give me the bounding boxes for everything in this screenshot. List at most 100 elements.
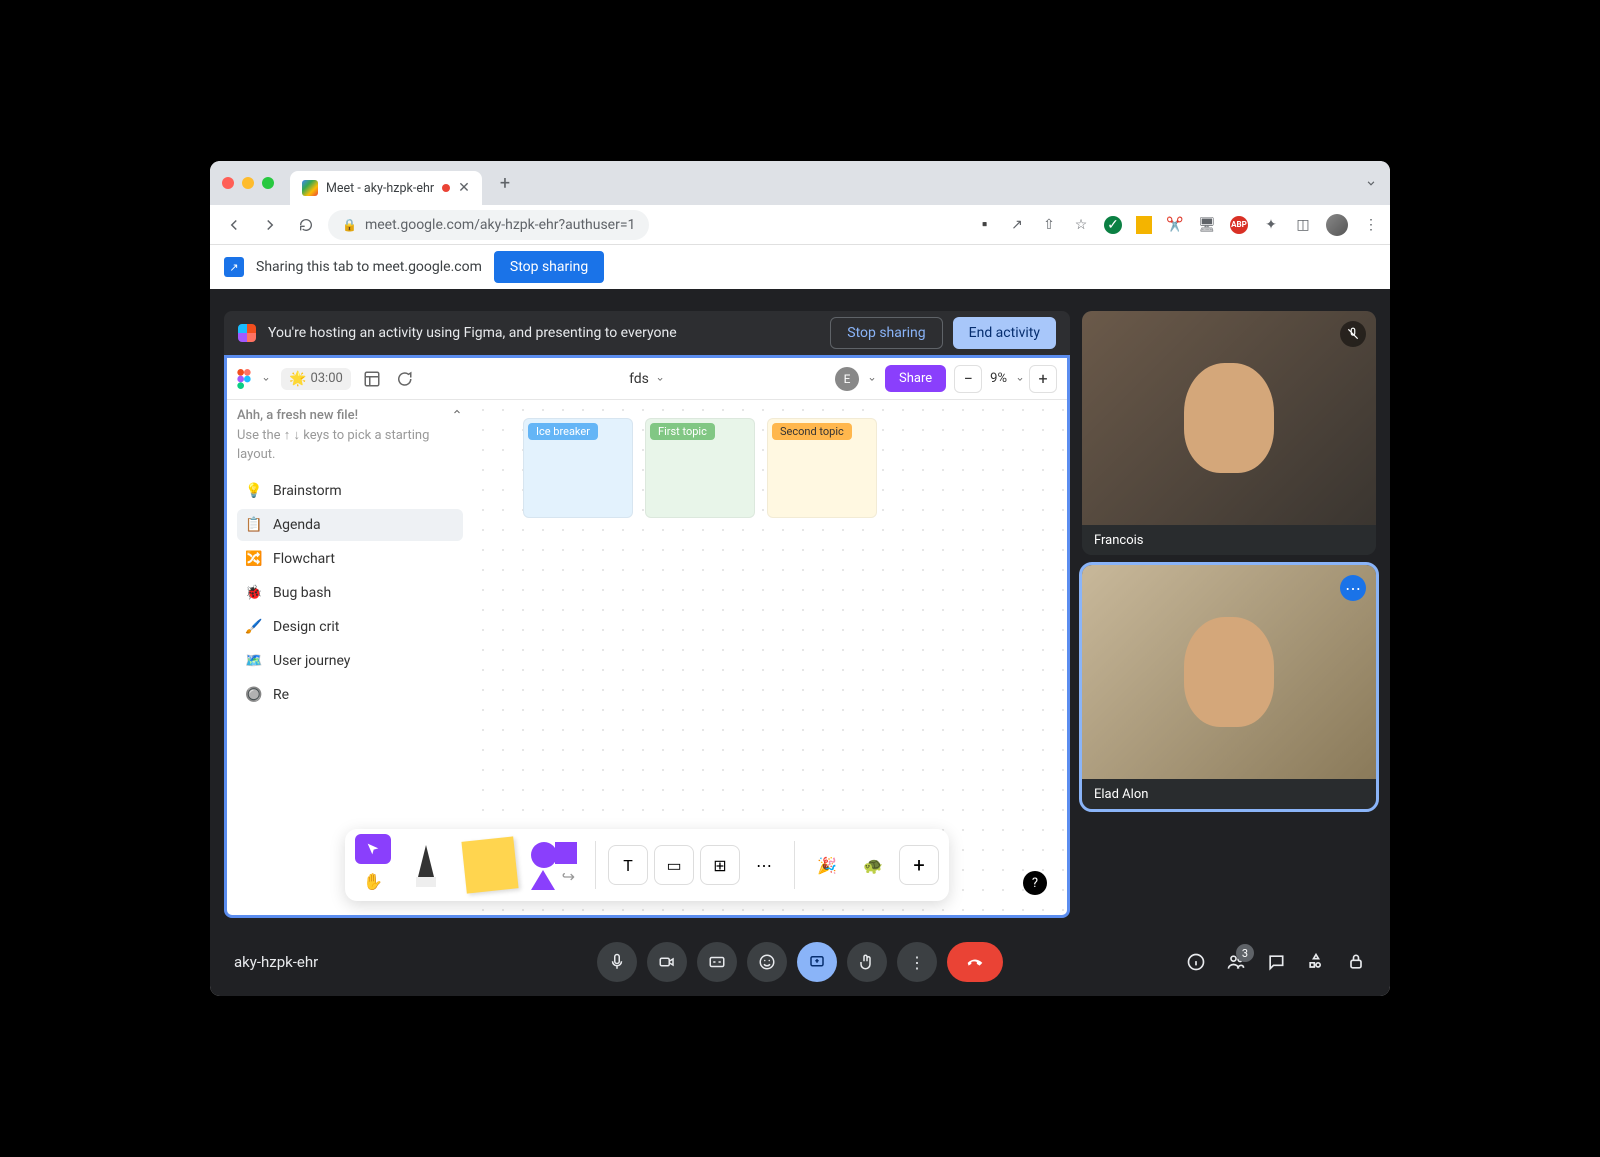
url-input[interactable]: 🔒 meet.google.com/aky-hzpk-ehr?authuser=… [328, 210, 649, 240]
address-bar: 🔒 meet.google.com/aky-hzpk-ehr?authuser=… [210, 205, 1390, 245]
user-avatar[interactable]: E [835, 367, 859, 391]
camera-button[interactable] [647, 942, 687, 982]
pencil-tool[interactable] [397, 836, 455, 894]
sidepanel-icon[interactable]: ◫ [1294, 216, 1312, 234]
add-tool-button[interactable]: + [899, 845, 939, 885]
present-button[interactable] [797, 942, 837, 982]
emoji-button[interactable] [747, 942, 787, 982]
activities-button[interactable] [1306, 952, 1326, 972]
layout-icon[interactable] [361, 368, 383, 390]
info-button[interactable] [1186, 952, 1206, 972]
topic-card-secondtopic[interactable]: Second topic [767, 418, 877, 518]
meet-favicon-icon [302, 180, 318, 196]
zoom-in-button[interactable]: + [1029, 365, 1057, 393]
profile-avatar-icon[interactable] [1326, 214, 1348, 236]
radio-icon: 🔘 [245, 686, 263, 704]
close-tab-button[interactable]: ✕ [458, 180, 470, 196]
chevron-down-icon[interactable] [261, 374, 271, 384]
help-button[interactable]: ? [1023, 871, 1047, 895]
template-userjourney[interactable]: 🗺️User journey [237, 645, 463, 677]
hand-tool[interactable]: ✋ [355, 866, 391, 896]
abp-icon[interactable]: ABP [1230, 216, 1248, 234]
scissors-icon[interactable]: ✂️ [1166, 216, 1184, 234]
more-tools-button[interactable]: ⋯ [746, 850, 782, 880]
more-options-button[interactable]: ⋯ [1340, 575, 1366, 601]
extension-1-icon[interactable]: ✓ [1104, 216, 1122, 234]
figjam-logo-icon[interactable] [237, 369, 251, 389]
timer-pill[interactable]: 🌟 03:00 [281, 368, 351, 390]
lightbulb-icon: 💡 [245, 482, 263, 500]
end-activity-button[interactable]: End activity [953, 317, 1056, 349]
captions-button[interactable] [697, 942, 737, 982]
hangup-button[interactable] [947, 942, 1003, 982]
display-icon[interactable]: 🖥 [1198, 216, 1216, 234]
template-designcrit[interactable]: 🖌️Design crit [237, 611, 463, 643]
sticky-note-tool[interactable] [461, 836, 519, 894]
raise-hand-button[interactable] [847, 942, 887, 982]
share-icon[interactable]: ⇧ [1040, 216, 1058, 234]
forward-button[interactable] [256, 211, 284, 239]
more-options-button[interactable]: ⋮ [897, 942, 937, 982]
minimize-window-button[interactable] [242, 177, 254, 189]
kebab-menu-button[interactable]: ⋮ [1362, 216, 1380, 234]
bookmark-icon[interactable]: ☆ [1072, 216, 1090, 234]
reload-button[interactable] [292, 211, 320, 239]
template-flowchart[interactable]: 🔀Flowchart [237, 543, 463, 575]
chevron-down-icon[interactable] [867, 374, 877, 384]
maximize-window-button[interactable] [262, 177, 274, 189]
open-external-icon[interactable]: ↗ [1008, 216, 1026, 234]
new-tab-button[interactable]: + [500, 173, 510, 194]
section-tool[interactable]: ▭ [654, 845, 694, 885]
participant-tile-elad[interactable]: ⋯ Elad Alon [1082, 565, 1376, 809]
participant-name: Francois [1082, 525, 1376, 555]
select-tool[interactable] [355, 834, 391, 864]
template-re[interactable]: 🔘Re [237, 679, 463, 711]
close-window-button[interactable] [222, 177, 234, 189]
chevron-down-icon [655, 374, 665, 384]
stamp-tool-2[interactable]: 🐢 [853, 836, 893, 894]
banner-stop-sharing-button[interactable]: Stop sharing [830, 317, 942, 349]
browser-tab[interactable]: Meet - aky-hzpk-ehr ✕ [290, 171, 482, 205]
url-text: meet.google.com/aky-hzpk-ehr?authuser=1 [365, 217, 635, 233]
recording-indicator-icon [442, 184, 450, 192]
participant-count-badge: 3 [1236, 944, 1254, 962]
sidebar-heading: Ahh, a fresh new file! [237, 408, 358, 423]
zoom-out-button[interactable]: − [954, 365, 982, 393]
present-icon: ↗ [224, 257, 244, 277]
template-brainstorm[interactable]: 💡Brainstorm [237, 475, 463, 507]
stamp-tool-1[interactable]: 🎉 [807, 836, 847, 894]
topic-card-icebreaker[interactable]: Ice breaker [523, 418, 633, 518]
zoom-controls: − 9% + [954, 365, 1057, 393]
center-controls: ⋮ [597, 942, 1003, 982]
chat-button[interactable] [1266, 952, 1286, 972]
camera-icon[interactable]: ▪️ [976, 216, 994, 234]
mic-button[interactable] [597, 942, 637, 982]
template-bugbash[interactable]: 🐞Bug bash [237, 577, 463, 609]
figjam-header: 🌟 03:00 fds E Share − 9% [227, 358, 1067, 400]
file-title[interactable]: fds [629, 371, 665, 387]
comment-icon[interactable] [393, 368, 415, 390]
titlebar: Meet - aky-hzpk-ehr ✕ + [210, 161, 1390, 205]
people-button[interactable]: 3 [1226, 952, 1246, 972]
activity-banner: You're hosting an activity using Figma, … [224, 311, 1070, 355]
extensions-puzzle-icon[interactable]: ✦ [1262, 216, 1280, 234]
browser-window: Meet - aky-hzpk-ehr ✕ + 🔒 meet.google.co… [210, 161, 1390, 996]
collapse-icon[interactable] [451, 406, 463, 418]
figma-share-button[interactable]: Share [885, 365, 946, 392]
template-agenda[interactable]: 📋Agenda [237, 509, 463, 541]
stop-sharing-button[interactable]: Stop sharing [494, 251, 604, 283]
participant-tile-francois[interactable]: Francois [1082, 311, 1376, 555]
shapes-tool[interactable]: ↪ [525, 836, 583, 894]
meet-area: You're hosting an activity using Figma, … [210, 289, 1390, 996]
flowchart-icon: 🔀 [245, 550, 263, 568]
chevron-down-icon[interactable] [1015, 374, 1025, 384]
table-tool[interactable]: ⊞ [700, 845, 740, 885]
host-controls-button[interactable] [1346, 952, 1366, 972]
back-button[interactable] [220, 211, 248, 239]
text-tool[interactable]: T [608, 845, 648, 885]
zoom-value[interactable]: 9% [986, 371, 1011, 386]
extension-2-icon[interactable] [1136, 216, 1152, 234]
topic-card-firsttopic[interactable]: First topic [645, 418, 755, 518]
tabs-dropdown-button[interactable] [1364, 176, 1378, 190]
figma-icon [238, 324, 256, 342]
